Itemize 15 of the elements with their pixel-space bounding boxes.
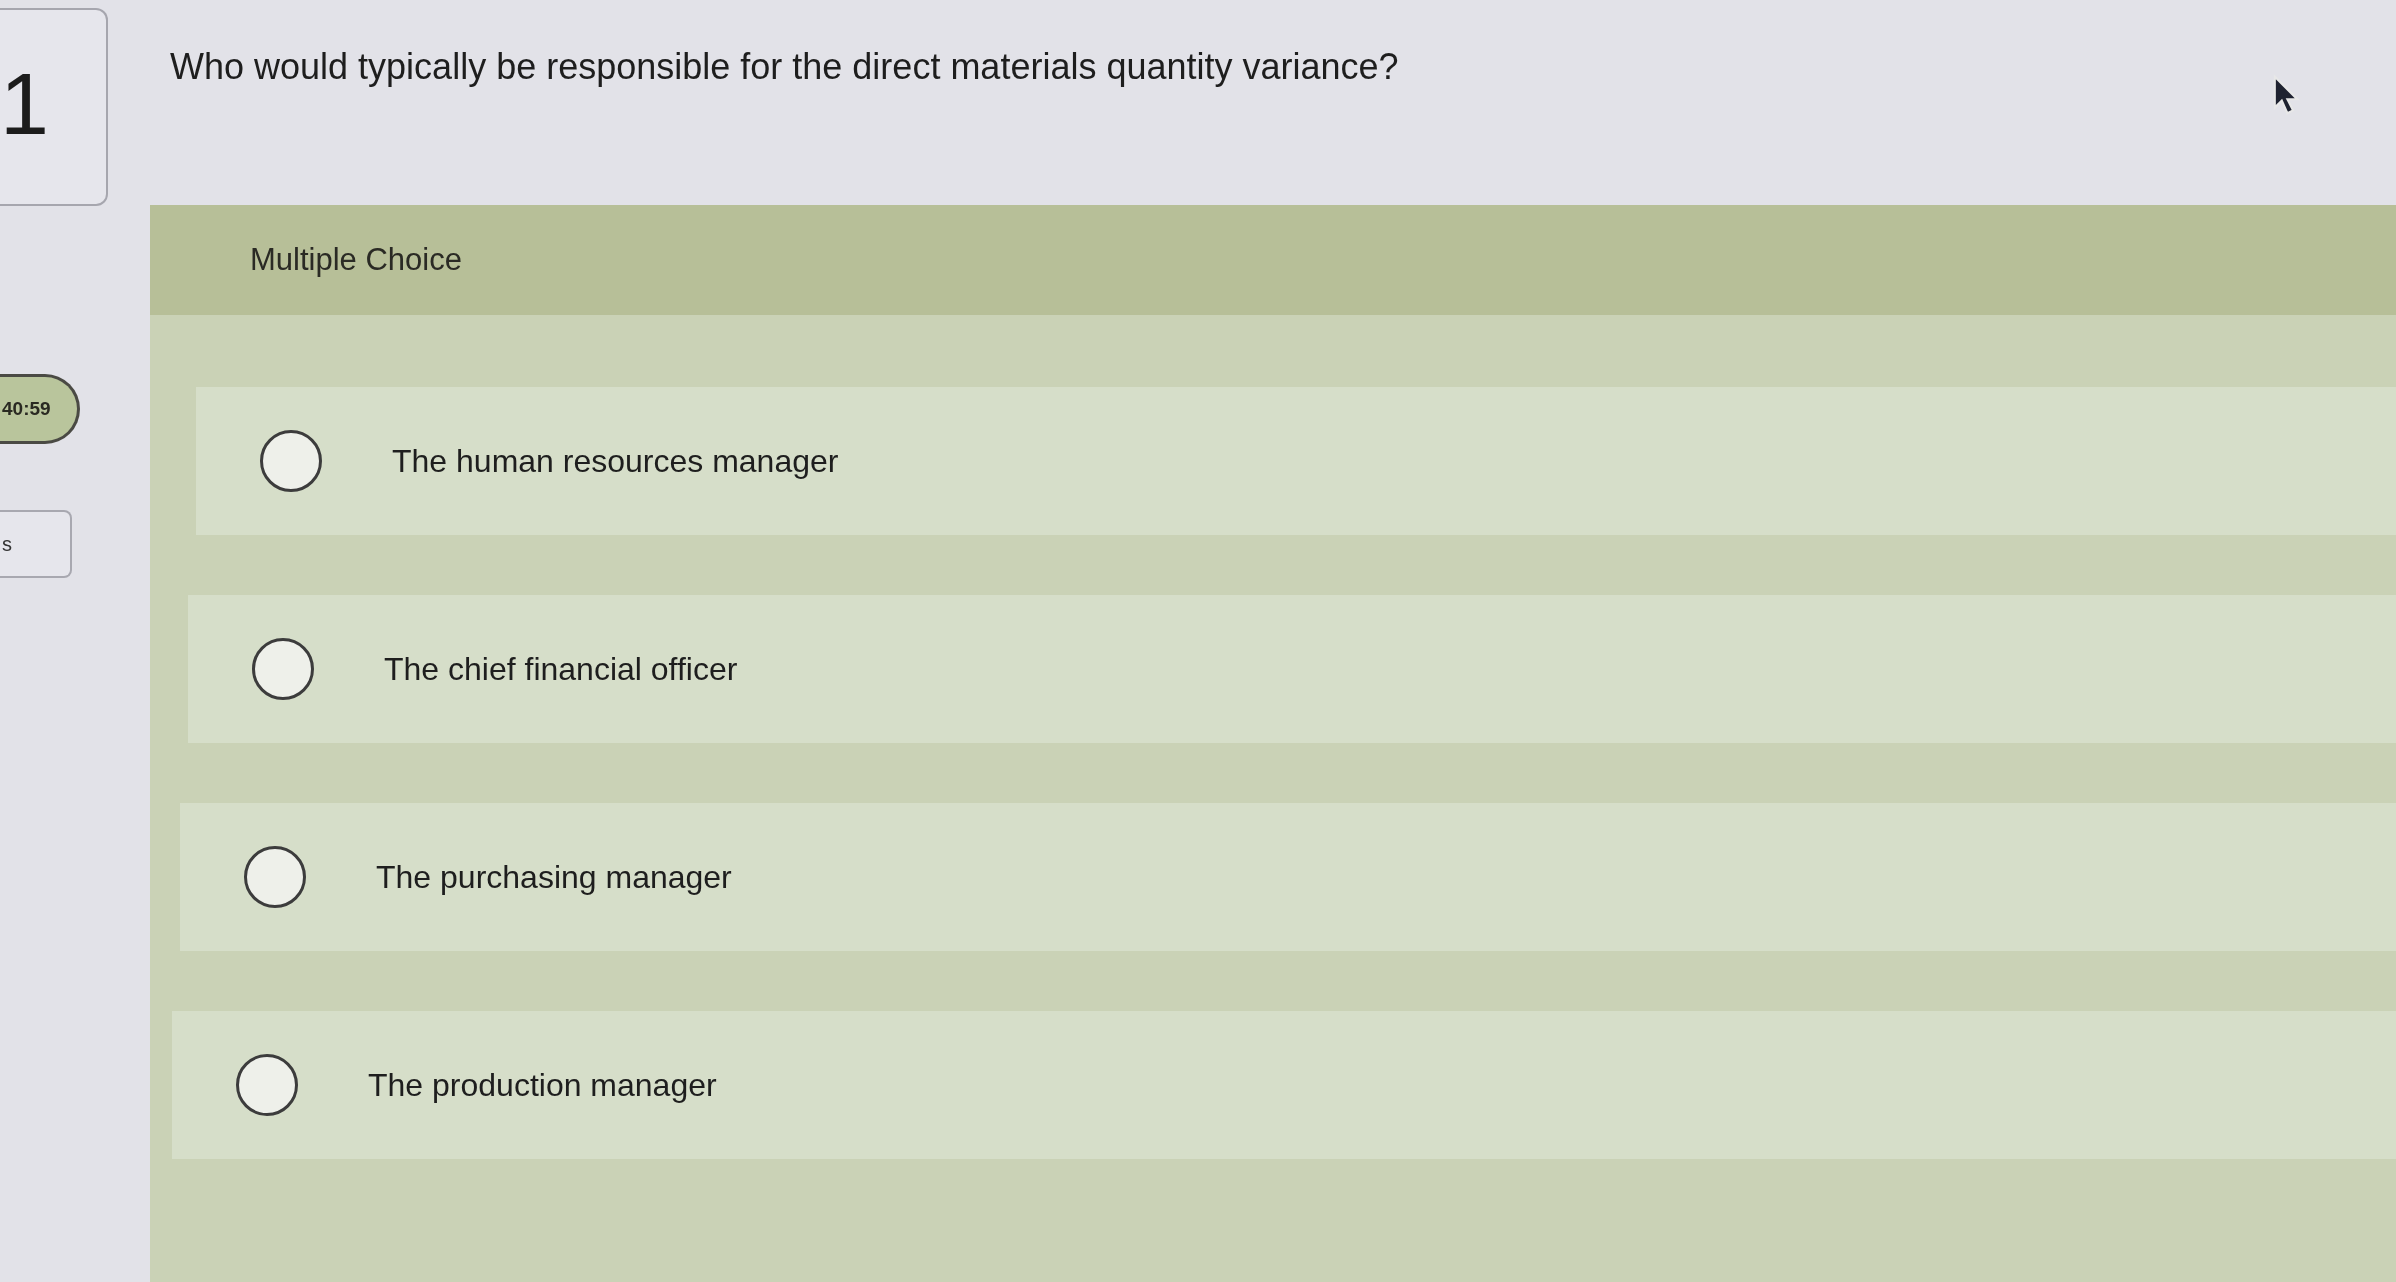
answer-option-label: The human resources manager [392,442,839,480]
answer-option-label: The production manager [368,1066,717,1104]
question-number-box[interactable]: 1 [0,8,108,206]
question-type-label: Multiple Choice [250,242,462,278]
side-button[interactable]: s [0,510,72,578]
timer-text: 40:59 [2,398,51,420]
answer-option[interactable]: The chief financial officer [188,595,2396,743]
answer-option[interactable]: The human resources manager [196,387,2396,535]
question-number: 1 [0,60,49,148]
answer-option[interactable]: The production manager [172,1011,2396,1159]
answer-option-label: The purchasing manager [376,858,732,896]
cursor-icon [2272,74,2300,116]
answer-option-label: The chief financial officer [384,650,738,688]
question-text: Who would typically be responsible for the direct materials quantity variance? [170,46,1399,88]
answer-option[interactable]: The purchasing manager [180,803,2396,951]
